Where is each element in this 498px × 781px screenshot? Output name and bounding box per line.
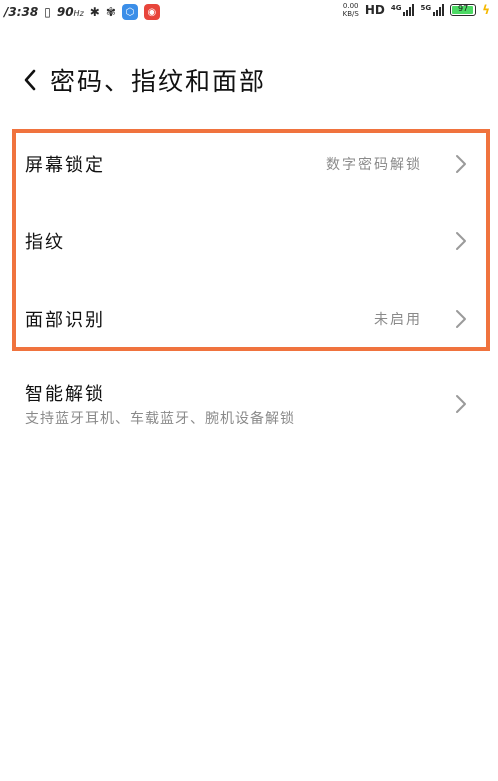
chevron-right-icon [456,310,466,328]
refresh-rate-value: 90 [56,5,74,19]
page-title: 密码、指纹和面部 [50,67,267,96]
vibrate-icon: ▯ [44,5,51,19]
status-bar-left: /3:38 ▯ 90Hz ✱ ✾ ⬡ ◉ [4,4,160,20]
fan-icon: ✾ [105,5,116,19]
chevron-right-icon [456,232,466,250]
status-time: /3:38 [4,5,39,19]
refresh-rate: 90Hz [57,5,84,19]
signal-icon: 4G [391,4,415,16]
network-type-1: 4G [390,4,402,12]
face-recognition-label: 面部识别 [25,310,105,331]
network-type-2: 5G [420,4,432,12]
smart-unlock-label: 智能解锁 [25,384,105,405]
smart-unlock-description: 支持蓝牙耳机、车载蓝牙、腕机设备解锁 [25,411,295,427]
fingerprint-row[interactable]: 指纹 [0,219,498,263]
charging-icon: ϟ [482,3,490,17]
face-recognition-row[interactable]: 面部识别 未启用 [0,297,498,341]
app-notification-icon: ⬡ [121,4,138,20]
bluetooth-icon: ✱ [89,5,100,19]
network-speed-unit: KB/S [342,10,359,18]
network-speed: 0.00 KB/S [343,2,359,18]
face-recognition-value: 未启用 [374,312,422,328]
battery-icon: 97 [450,4,477,16]
back-button[interactable] [10,60,50,100]
status-bar: /3:38 ▯ 90Hz ✱ ✾ ⬡ ◉ 0.00 KB/S HD 4G 5G … [0,0,498,26]
refresh-rate-unit: Hz [73,9,84,18]
chevron-right-icon [456,395,466,413]
chevron-left-icon [24,69,36,91]
smart-unlock-row[interactable]: 智能解锁 支持蓝牙耳机、车载蓝牙、腕机设备解锁 [0,376,498,432]
hd-indicator: HD [364,3,385,17]
battery-level: 97 [457,4,469,13]
weibo-icon: ◉ [143,4,160,20]
signal-icon-2: 5G [420,4,445,16]
screen-lock-value: 数字密码解锁 [326,157,422,173]
network-speed-value: 0.00 [342,2,359,10]
fingerprint-label: 指纹 [25,232,65,253]
screen-lock-label: 屏幕锁定 [25,155,105,176]
status-bar-right: 0.00 KB/S HD 4G 5G 97 ϟ [343,2,490,18]
chevron-right-icon [456,155,466,173]
page-header: 密码、指纹和面部 [0,58,498,102]
screen-lock-row[interactable]: 屏幕锁定 数字密码解锁 [0,142,498,186]
